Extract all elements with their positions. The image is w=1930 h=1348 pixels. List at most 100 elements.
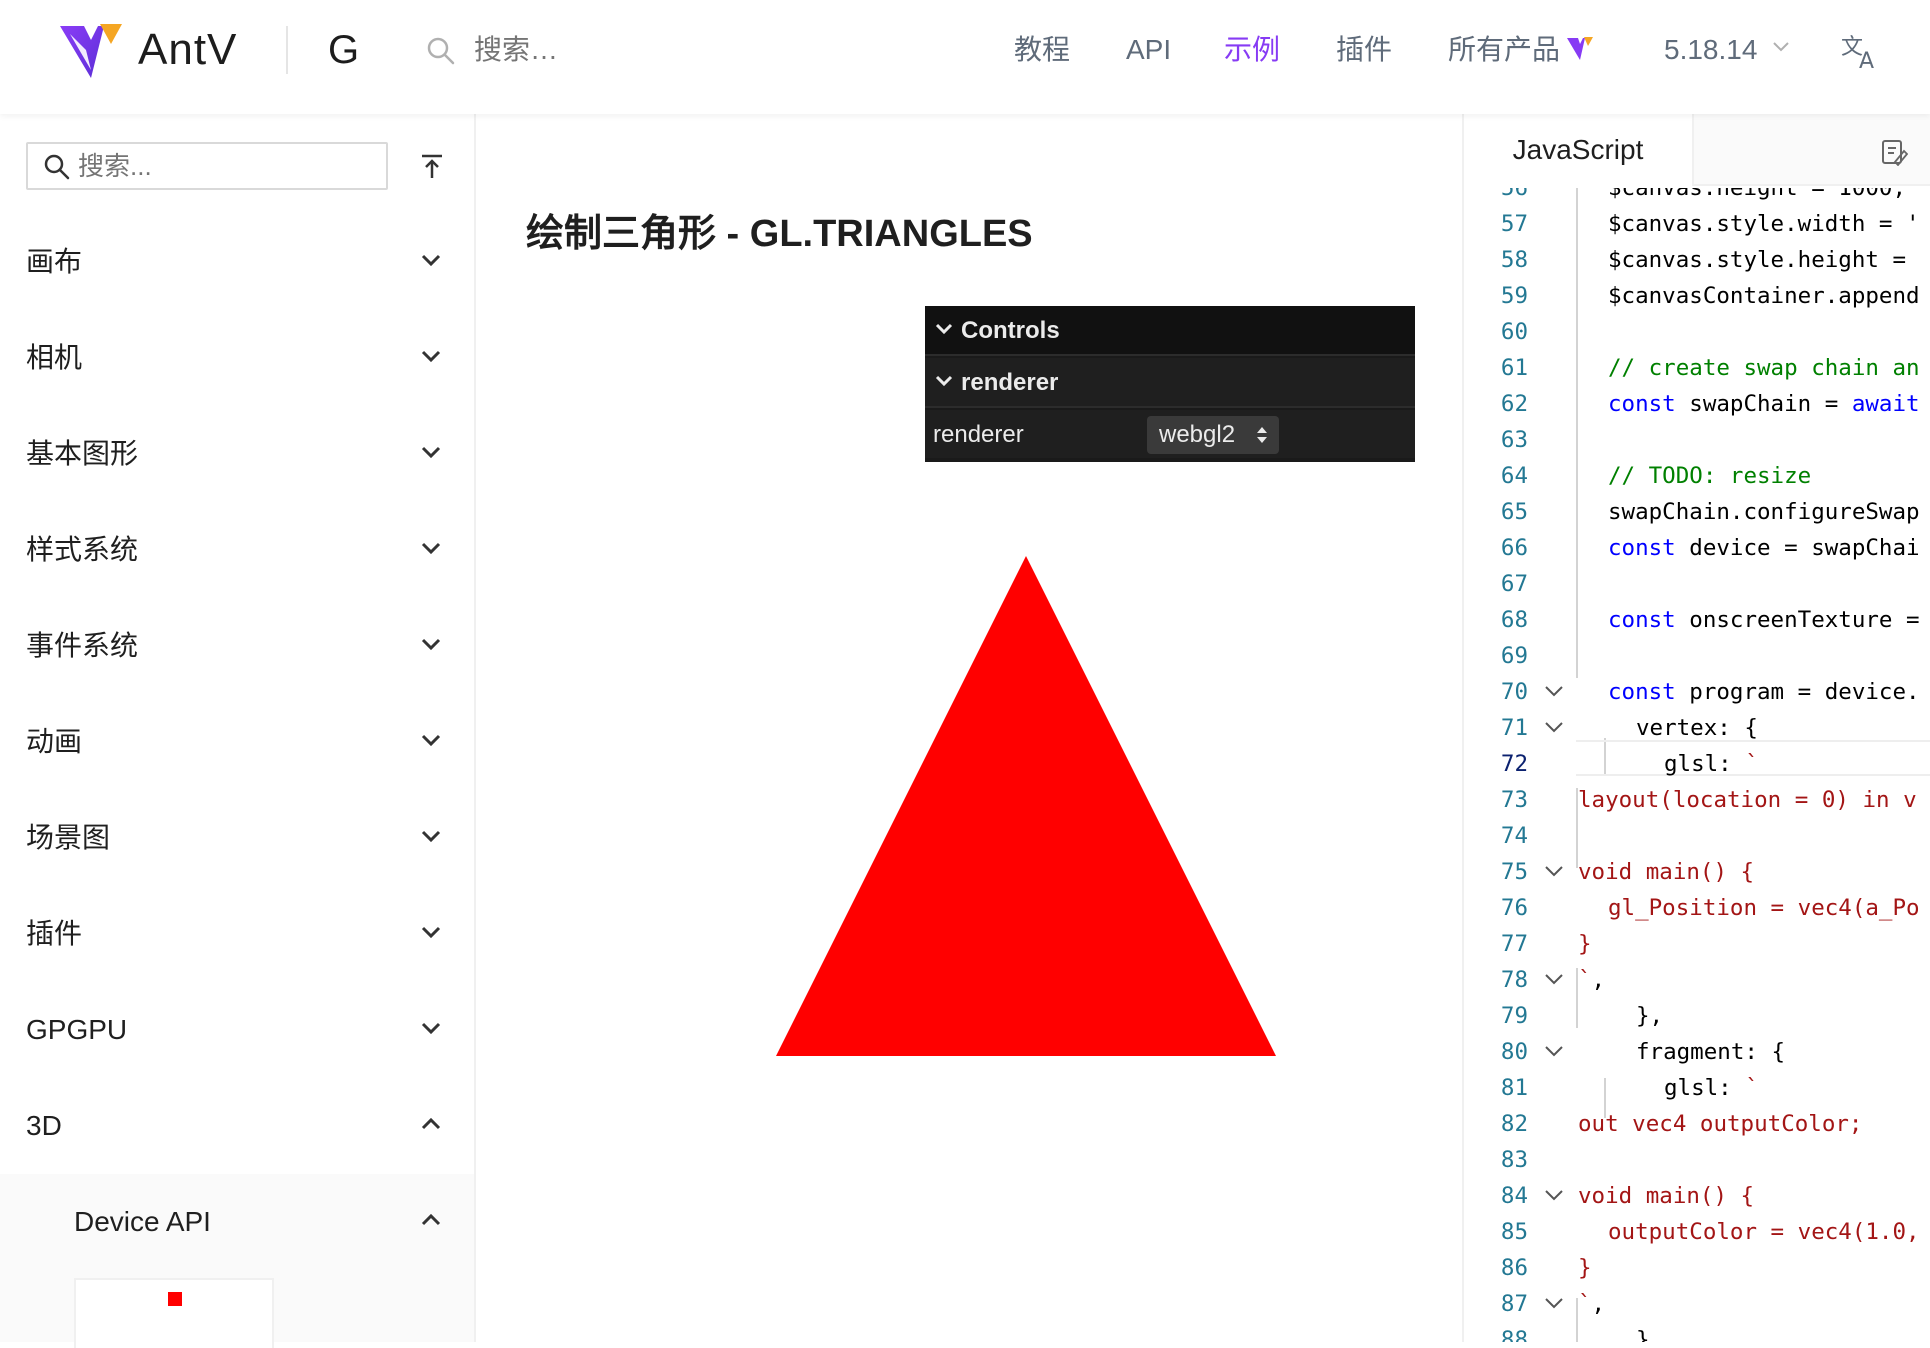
sidebar-item-label: 画布 bbox=[26, 246, 83, 277]
code-line: 62 const swapChain = await bbox=[1500, 391, 1920, 417]
sidebar-item-label: 相机 bbox=[26, 342, 83, 373]
chevron-down-icon bbox=[421, 542, 441, 555]
fold-chevron-icon[interactable] bbox=[1544, 1296, 1564, 1310]
controls-property-row: renderer webgl2 bbox=[925, 410, 1415, 458]
tab-javascript[interactable]: JavaScript bbox=[1464, 114, 1694, 186]
translate-icon[interactable]: 文 A bbox=[1840, 30, 1880, 74]
chevron-down-icon bbox=[421, 830, 441, 843]
code-line: 61// create swap chain an bbox=[1500, 355, 1920, 381]
brand-divider bbox=[286, 26, 288, 74]
code-line: 77} bbox=[1500, 931, 1592, 957]
sidebar-item-label: 基本图形 bbox=[26, 438, 139, 469]
code-line: 57 $canvas.style.width = ' bbox=[1500, 211, 1920, 237]
sidebar-subitem-device-api[interactable]: Device API bbox=[0, 1174, 474, 1270]
code-edit-icon[interactable] bbox=[1880, 138, 1908, 166]
code-line: 64// TODO: resize bbox=[1500, 463, 1812, 489]
header-search-input[interactable] bbox=[474, 26, 704, 74]
sidebar-item-event-system[interactable]: 事件系统 bbox=[0, 598, 474, 694]
controls-property-label: renderer bbox=[933, 421, 1024, 448]
code-line: 78 `, bbox=[1500, 967, 1606, 993]
code-line: 85 outputColor = vec4(1.0, bbox=[1500, 1219, 1920, 1245]
chevron-down-icon bbox=[421, 638, 441, 651]
code-editor[interactable]: 56 $canvas.height = 1000; 57 $canvas.style… bbox=[1464, 188, 1930, 1342]
nav-examples[interactable]: 示例 bbox=[1224, 26, 1280, 74]
fold-chevron-icon[interactable] bbox=[1544, 864, 1564, 878]
sidebar-item-camera[interactable]: 相机 bbox=[0, 310, 474, 406]
sidebar-item-gpgpu[interactable]: GPGPU bbox=[0, 982, 474, 1078]
code-line: 79}, bbox=[1500, 1003, 1664, 1029]
sidebar-search-input[interactable] bbox=[78, 148, 378, 184]
search-icon bbox=[427, 37, 455, 65]
nav-api[interactable]: API bbox=[1126, 26, 1171, 74]
top-header: AntV G 教程 API 示例 插件 所有产品 5.18.14 文 A bbox=[0, 0, 1930, 114]
controls-folder-label: renderer bbox=[961, 369, 1059, 396]
chevron-down-icon bbox=[421, 1022, 441, 1035]
sidebar-item-label: 事件系统 bbox=[26, 630, 139, 661]
sidebar-item-scenegraph[interactable]: 场景图 bbox=[0, 790, 474, 886]
sidebar-item-animation[interactable]: 动画 bbox=[0, 694, 474, 790]
controls-folder-renderer[interactable]: renderer bbox=[925, 358, 1415, 408]
chevron-up-icon bbox=[421, 1213, 441, 1226]
antv-small-logo-icon bbox=[1567, 37, 1593, 60]
fold-chevron-icon[interactable] bbox=[1544, 972, 1564, 986]
code-line: 87 `, bbox=[1500, 1291, 1606, 1317]
sidebar-item-basic-shapes[interactable]: 基本图形 bbox=[0, 406, 474, 502]
sidebar-item-plugins[interactable]: 插件 bbox=[0, 886, 474, 982]
antv-logo-icon[interactable] bbox=[56, 20, 126, 84]
product-name[interactable]: G bbox=[328, 22, 359, 78]
nav-all-products[interactable]: 所有产品 bbox=[1448, 26, 1560, 74]
fold-chevron-icon[interactable] bbox=[1544, 684, 1564, 698]
chevron-down-icon bbox=[421, 734, 441, 747]
code-panel: JavaScript 56 $canvas.height = 1000; 57 $c… bbox=[1462, 114, 1930, 1342]
brand-name[interactable]: AntV bbox=[138, 22, 237, 78]
collapse-all-icon[interactable] bbox=[418, 150, 446, 182]
chevron-down-icon bbox=[421, 926, 441, 939]
code-line: 67 bbox=[1500, 571, 1528, 597]
renderer-select[interactable]: webgl2 bbox=[1147, 416, 1279, 454]
code-line: 68 const onscreenTexture = bbox=[1500, 607, 1920, 633]
code-line: 71 vertex: { bbox=[1500, 715, 1758, 741]
chevron-down-icon bbox=[935, 375, 953, 387]
controls-title: Controls bbox=[961, 317, 1060, 344]
nav-plugins[interactable]: 插件 bbox=[1336, 26, 1392, 74]
chevron-up-icon bbox=[421, 1117, 441, 1130]
sidebar-item-3d[interactable]: 3D bbox=[0, 1078, 474, 1174]
page-title: 绘制三角形 - GL.TRIANGLES bbox=[526, 213, 1033, 255]
code-line: 81 glsl: ` bbox=[1500, 1075, 1759, 1101]
code-line: 63 bbox=[1500, 427, 1528, 453]
sidebar-item-style-system[interactable]: 样式系统 bbox=[0, 502, 474, 598]
version-selector[interactable]: 5.18.14 bbox=[1664, 26, 1757, 74]
fold-chevron-icon[interactable] bbox=[1544, 720, 1564, 734]
code-line: 74 bbox=[1500, 823, 1528, 849]
code-line: 73 layout(location = 0) in v bbox=[1500, 787, 1917, 813]
demo-canvas[interactable] bbox=[526, 470, 1406, 1190]
sidebar-item-canvas[interactable]: 画布 bbox=[0, 214, 474, 310]
fold-chevron-icon[interactable] bbox=[1544, 1044, 1564, 1058]
select-arrows-icon bbox=[1257, 427, 1267, 443]
code-line: 84 void main() { bbox=[1500, 1183, 1755, 1209]
controls-title-bar[interactable]: Controls bbox=[925, 306, 1415, 356]
code-line: 75 void main() { bbox=[1500, 859, 1755, 885]
code-line: 86} bbox=[1500, 1255, 1592, 1281]
code-line: 76 gl_Position = vec4(a_Po bbox=[1500, 895, 1920, 921]
code-line: 58 $canvas.style.height = bbox=[1500, 247, 1907, 273]
sidebar-subitem-label: Device API bbox=[74, 1206, 211, 1237]
code-line: 65 swapChain.configureSwap bbox=[1500, 499, 1920, 525]
svg-text:A: A bbox=[1859, 49, 1874, 70]
sidebar-search-box[interactable] bbox=[26, 142, 388, 190]
code-line: 88}, bbox=[1500, 1327, 1664, 1342]
code-line: 59 $canvasContainer.append bbox=[1500, 283, 1920, 309]
nav-tutorial[interactable]: 教程 bbox=[1014, 26, 1070, 74]
sidebar-item-label: GPGPU bbox=[26, 1014, 128, 1045]
chevron-down-icon bbox=[421, 446, 441, 459]
sidebar-item-label: 插件 bbox=[26, 918, 83, 949]
code-line: 66 const device = swapChai bbox=[1500, 535, 1920, 561]
controls-panel: Controls renderer renderer webgl2 bbox=[925, 306, 1415, 462]
code-line: 83 bbox=[1500, 1147, 1528, 1173]
code-line: 56 $canvas.height = 1000; bbox=[1500, 188, 1907, 201]
code-tabs: JavaScript bbox=[1464, 114, 1930, 186]
fold-chevron-icon[interactable] bbox=[1544, 1188, 1564, 1202]
example-thumbnail[interactable] bbox=[74, 1278, 274, 1348]
chevron-down-icon[interactable] bbox=[1772, 40, 1790, 54]
sidebar-item-label: 3D bbox=[26, 1110, 62, 1141]
